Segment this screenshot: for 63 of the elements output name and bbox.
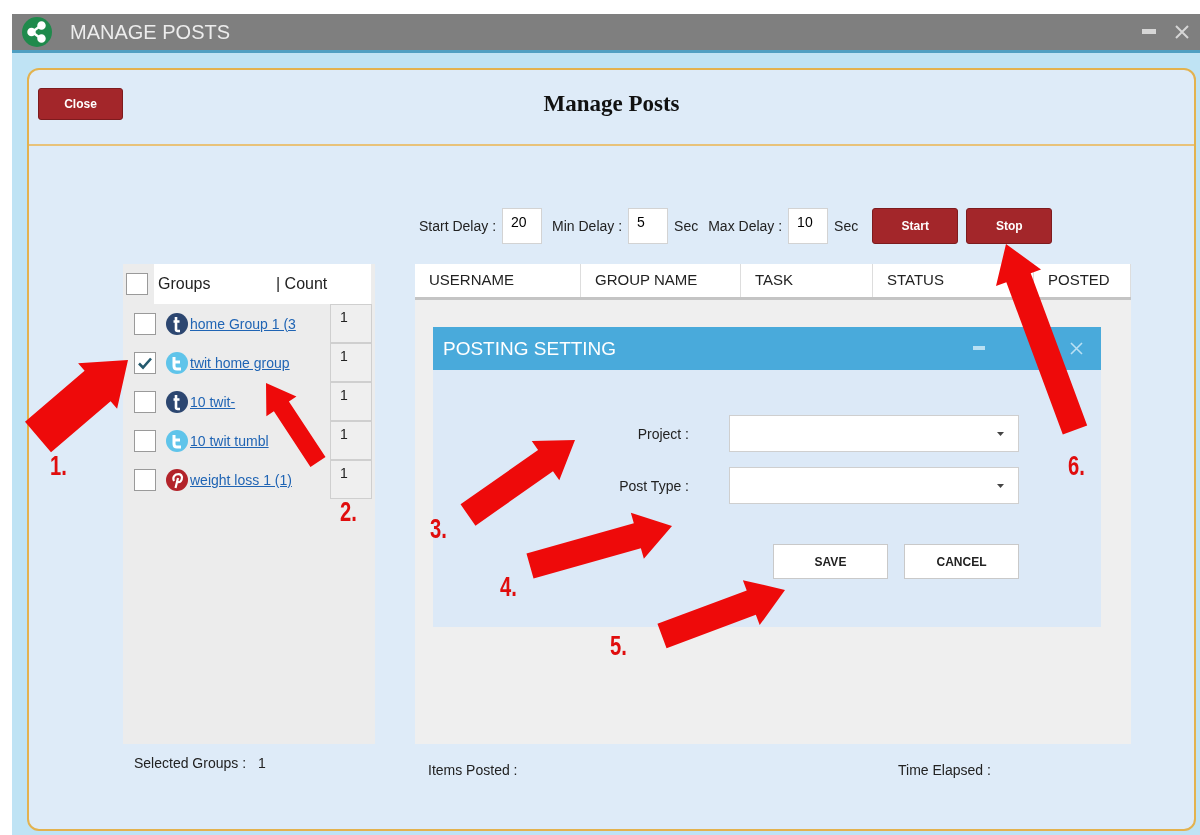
delay-label: Min Delay : [552, 218, 623, 234]
caret-icon [997, 431, 1004, 436]
group-link[interactable]: 10 twit- [190, 393, 330, 410]
window-title: MANAGE POSTS [70, 20, 232, 44]
step-number: 6. [1068, 452, 1085, 480]
field-label: Post Type : [619, 477, 689, 494]
column-header: Groups [158, 275, 212, 293]
minimize-icon[interactable] [1142, 29, 1156, 35]
column-header: | Count [276, 275, 328, 293]
pinterest-icon [166, 468, 188, 491]
unit-label: Sec [834, 218, 859, 234]
count-cell[interactable]: 1 [330, 421, 372, 460]
selected-groups-label: Selected Groups : [134, 755, 247, 773]
delay-label: Start Delay : [419, 218, 497, 234]
caret-icon [997, 483, 1004, 488]
twitter-icon [166, 429, 188, 452]
close-button[interactable]: Close [38, 88, 123, 120]
field-label: Project : [637, 425, 689, 442]
minimize-icon[interactable] [973, 346, 985, 351]
twitter-icon [166, 351, 188, 374]
checkbox[interactable] [126, 273, 148, 295]
checkbox[interactable] [134, 429, 156, 452]
step-number: 3. [430, 515, 447, 543]
delay-field[interactable]: 20 [502, 208, 543, 244]
dialog-button[interactable]: CANCEL [904, 544, 1019, 579]
selected-groups-value: 1 [258, 755, 266, 773]
group-link[interactable]: 10 twit tumbl [190, 432, 330, 449]
page-title: Manage Posts [543, 91, 680, 117]
count-cell[interactable]: 1 [330, 304, 372, 343]
dropdown[interactable] [729, 415, 1019, 452]
count-cell[interactable]: 1 [330, 382, 372, 421]
count-cell[interactable]: 1 [330, 460, 372, 499]
step-number: 1. [50, 452, 67, 480]
tumblr-icon [166, 312, 188, 335]
step-number: 2. [340, 498, 357, 526]
items-posted-label: Items Posted : [428, 762, 519, 778]
tumblr-icon [166, 390, 188, 413]
share-icon [22, 17, 52, 47]
action-button[interactable]: Stop [966, 208, 1053, 244]
close-icon[interactable] [1174, 24, 1190, 40]
checkbox[interactable] [134, 390, 156, 413]
column-header: TASK [741, 264, 873, 297]
delay-label: Max Delay : [708, 218, 783, 234]
step-number: 4. [500, 573, 517, 601]
column-header: GROUP NAME [581, 264, 741, 297]
delay-field[interactable]: 10 [788, 208, 829, 244]
dialog-button[interactable]: SAVE [773, 544, 888, 579]
delay-field[interactable]: 5 [628, 208, 669, 244]
count-cell[interactable]: 1 [330, 343, 372, 382]
group-link[interactable]: weight loss 1 (1) [190, 471, 330, 488]
dropdown[interactable] [729, 467, 1019, 504]
step-number: 5. [610, 632, 627, 660]
close-icon[interactable] [1070, 342, 1083, 355]
action-button[interactable]: Start [872, 208, 959, 244]
dialog-title: POSTING SETTING [443, 337, 618, 360]
checkbox[interactable] [134, 468, 156, 491]
checkbox[interactable] [134, 351, 156, 374]
group-link[interactable]: twit home group [190, 354, 330, 371]
group-link[interactable]: home Group 1 (3 [190, 315, 330, 332]
checkbox[interactable] [134, 312, 156, 335]
column-header: USERNAME [415, 264, 581, 297]
time-elapsed-label: Time Elapsed : [898, 762, 991, 778]
unit-label: Sec [674, 218, 699, 234]
